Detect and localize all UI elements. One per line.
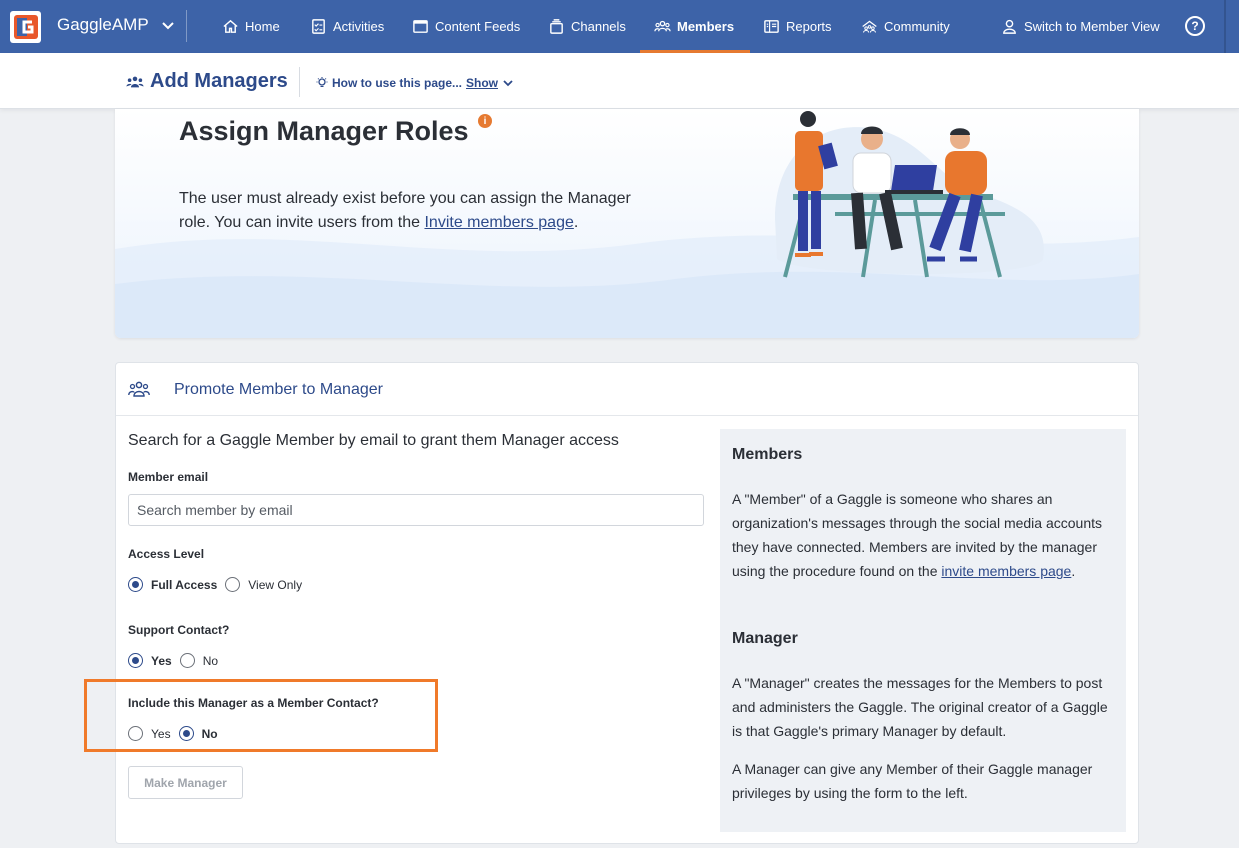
nav-edge-divider — [1224, 0, 1226, 53]
support-contact-group: Yes No — [128, 653, 226, 668]
chevron-down-icon — [503, 80, 513, 87]
nav-reports-label: Reports — [786, 19, 832, 34]
page-subheader: Add Managers How to use this page... Sho… — [0, 53, 1239, 109]
invite-members-link[interactable]: Invite members page — [424, 214, 573, 231]
nav-content-feeds[interactable]: Content Feeds — [412, 0, 520, 53]
nav-community-label: Community — [884, 19, 950, 34]
nav-community[interactable]: Community — [861, 0, 950, 53]
info-icon[interactable]: i — [478, 114, 492, 128]
people-icon — [654, 20, 671, 32]
support-yes-label[interactable]: Yes — [151, 654, 172, 668]
hero-text-after: . — [573, 214, 579, 231]
help-icon[interactable]: ? — [1185, 16, 1205, 36]
manager-description-1: A "Manager" creates the messages for the… — [732, 675, 1108, 739]
access-level-group: Full Access View Only — [128, 577, 310, 592]
top-navbar: GaggleAMP Home Activities Content Feeds … — [0, 0, 1239, 53]
member-email-input[interactable] — [128, 494, 704, 526]
home-icon — [223, 19, 238, 33]
hero-banner: Assign Manager Roles i The user must alr… — [115, 109, 1139, 338]
nav-members[interactable]: Members — [654, 0, 734, 53]
members-text-end: . — [1071, 563, 1076, 579]
nav-home[interactable]: Home — [222, 0, 280, 53]
nav-content-feeds-label: Content Feeds — [435, 19, 521, 34]
people-icon — [128, 381, 150, 397]
members-description: A "Member" of a Gaggle is someone who sh… — [732, 487, 1117, 583]
view-only-radio[interactable] — [225, 577, 241, 592]
nav-channels[interactable]: Channels — [548, 0, 626, 53]
community-icon — [862, 20, 877, 33]
promote-member-card: Promote Member to Manager Search for a G… — [115, 362, 1139, 844]
manager-heading: Manager — [732, 630, 798, 647]
support-yes-radio[interactable] — [128, 653, 143, 668]
info-sidebar: Members A "Member" of a Gaggle is someon… — [720, 429, 1126, 832]
nav-members-label: Members — [677, 19, 735, 34]
member-email-label: Member email — [128, 470, 209, 484]
managers-icon — [126, 76, 144, 87]
subheader-divider — [299, 67, 300, 97]
book-icon — [764, 20, 779, 33]
nav-reports[interactable]: Reports — [763, 0, 832, 53]
nav-divider — [186, 10, 187, 42]
logo-mark-icon — [13, 15, 38, 39]
card-header: Promote Member to Manager — [116, 363, 1138, 416]
how-to-use-text: How to use this page... — [332, 76, 463, 90]
lightbulb-icon — [316, 77, 328, 88]
hero-description: The user must already exist before you c… — [179, 187, 649, 235]
invite-members-page-link[interactable]: invite members page — [941, 563, 1071, 579]
nav-home-label: Home — [245, 19, 280, 34]
support-no-label[interactable]: No — [203, 654, 218, 668]
access-level-label: Access Level — [128, 547, 205, 561]
gaggleamp-logo[interactable] — [10, 11, 41, 43]
switch-member-view-button[interactable]: Switch to Member View — [1001, 0, 1160, 53]
make-manager-button[interactable]: Make Manager — [128, 766, 243, 799]
full-access-radio[interactable] — [128, 577, 143, 592]
brand-switcher[interactable]: GaggleAMP — [57, 15, 175, 35]
how-to-use-toggle[interactable]: How to use this page... Show — [316, 76, 514, 90]
layers-icon — [550, 19, 563, 34]
team-illustration — [775, 111, 1044, 278]
card-title: Promote Member to Manager — [174, 381, 383, 398]
full-access-label[interactable]: Full Access — [151, 578, 217, 592]
nav-activities[interactable]: Activities — [310, 0, 384, 53]
show-link[interactable]: Show — [466, 76, 498, 90]
nav-activities-label: Activities — [333, 19, 385, 34]
support-contact-label: Support Contact? — [128, 623, 230, 637]
view-only-label[interactable]: View Only — [248, 578, 302, 592]
members-heading: Members — [732, 446, 803, 463]
page-title-text: Add Managers — [150, 70, 288, 92]
search-description: Search for a Gaggle Member by email to g… — [128, 432, 619, 449]
checklist-icon — [312, 19, 325, 34]
page-title: Add Managers — [126, 70, 288, 93]
switch-member-view-label: Switch to Member View — [1024, 19, 1160, 34]
hero-title: Assign Manager Roles — [179, 116, 469, 146]
manager-description-2: A Manager can give any Member of their G… — [732, 761, 1093, 801]
brand-name: GaggleAMP — [57, 15, 149, 34]
member-contact-highlight-box — [84, 679, 438, 752]
feed-icon — [413, 20, 428, 33]
chevron-down-icon — [161, 22, 174, 30]
nav-channels-label: Channels — [571, 19, 626, 34]
support-no-radio[interactable] — [179, 653, 195, 668]
user-icon — [1003, 19, 1016, 34]
